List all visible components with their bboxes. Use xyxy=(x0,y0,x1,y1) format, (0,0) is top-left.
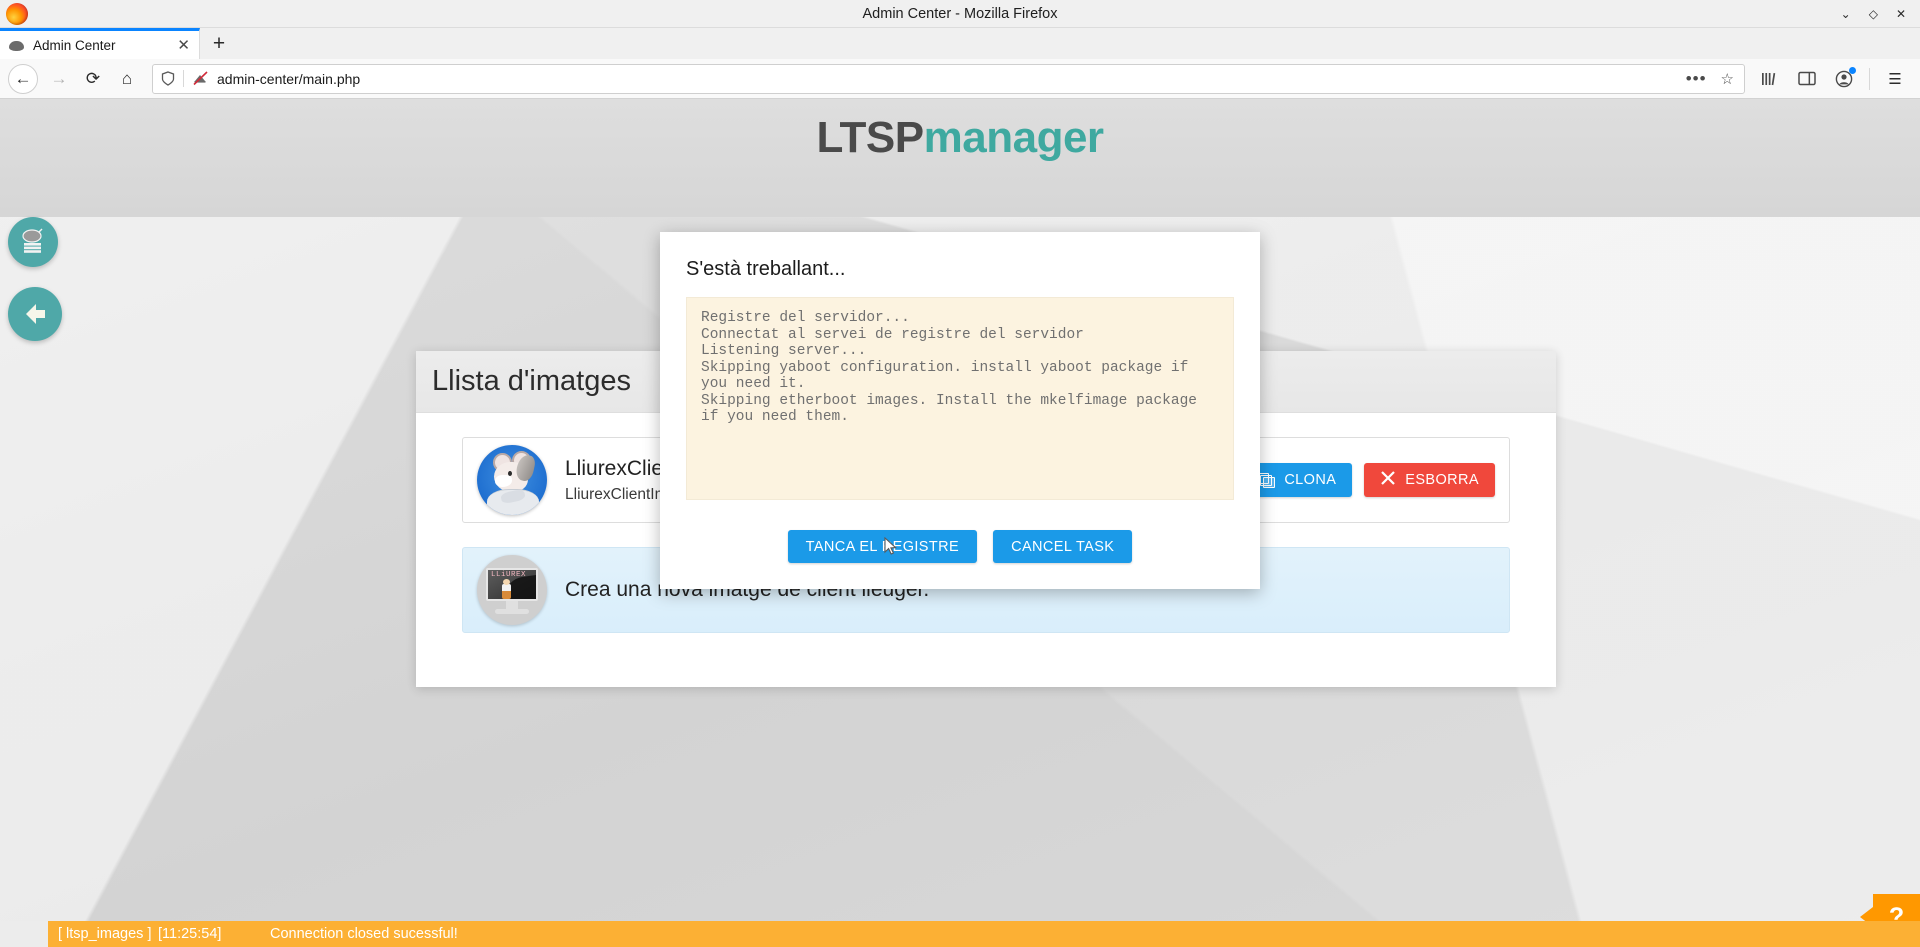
window-titlebar: Admin Center - Mozilla Firefox ⌄ ◇ ✕ xyxy=(0,0,1920,28)
home-icon[interactable]: ⌂ xyxy=(110,62,144,96)
menu-icon[interactable]: ☰ xyxy=(1878,62,1912,96)
admin-center-favicon xyxy=(9,38,24,53)
maximize-button[interactable]: ◇ xyxy=(1869,8,1878,20)
account-icon[interactable] xyxy=(1827,62,1861,96)
toolbar-separator xyxy=(1869,68,1870,90)
monitor-logo-text: LLiUREX xyxy=(491,571,526,579)
close-log-button[interactable]: TANCA EL REGISTRE xyxy=(788,530,977,563)
tab-label: Admin Center xyxy=(33,38,168,53)
page-actions-icon[interactable]: ••• xyxy=(1682,69,1711,89)
page-viewport: LTSPmanager xyxy=(0,99,1920,947)
dialog-title: S'està treballant... xyxy=(660,232,1260,297)
status-bar-spacer xyxy=(0,921,48,947)
working-dialog: S'està treballant... Registre del servid… xyxy=(660,232,1260,589)
cancel-task-button[interactable]: CANCEL TASK xyxy=(993,530,1132,563)
forward-icon[interactable]: → xyxy=(42,62,76,96)
close-button[interactable]: ✕ xyxy=(1896,8,1906,20)
sidebar-icon[interactable] xyxy=(1790,62,1824,96)
firefox-window: Admin Center - Mozilla Firefox ⌄ ◇ ✕ Adm… xyxy=(0,0,1920,947)
library-icon[interactable] xyxy=(1753,62,1787,96)
dialog-actions: TANCA EL REGISTRE CANCEL TASK xyxy=(660,500,1260,589)
new-tab-button[interactable]: + xyxy=(200,28,238,59)
status-bar: [ ltsp_images ] [11:25:54] Connection cl… xyxy=(0,921,1920,947)
account-notification-dot xyxy=(1849,67,1856,74)
url-bar[interactable]: admin-center/main.php ••• ☆ xyxy=(152,64,1745,94)
tab-strip: Admin Center ✕ + xyxy=(0,28,1920,59)
window-controls: ⌄ ◇ ✕ xyxy=(1841,8,1920,20)
tab-close-icon[interactable]: ✕ xyxy=(177,36,190,54)
no-permission-icon[interactable] xyxy=(192,70,209,87)
status-timestamp: [11:25:54] xyxy=(158,926,258,942)
status-module-tag: [ ltsp_images ] xyxy=(48,926,158,942)
window-title: Admin Center - Mozilla Firefox xyxy=(0,6,1920,22)
url-text[interactable]: admin-center/main.php xyxy=(217,71,1674,87)
reload-icon[interactable]: ⟳ xyxy=(76,62,110,96)
minimize-button[interactable]: ⌄ xyxy=(1841,8,1851,20)
url-separator xyxy=(183,70,184,87)
bookmark-star-icon[interactable]: ☆ xyxy=(1719,70,1736,88)
back-icon[interactable]: ← xyxy=(8,64,38,94)
firefox-logo-icon xyxy=(6,3,28,25)
tab-admin-center[interactable]: Admin Center ✕ xyxy=(0,28,200,59)
status-message: Connection closed sucessful! xyxy=(258,926,458,942)
modal-overlay: S'està treballant... Registre del servid… xyxy=(0,99,1920,947)
tracking-protection-shield-icon[interactable] xyxy=(161,71,175,86)
browser-tool-icons: ☰ xyxy=(1753,62,1912,96)
server-log-output[interactable]: Registre del servidor... Connectat al se… xyxy=(686,297,1234,500)
navigation-toolbar: ← → ⟳ ⌂ admin-center/main.php ••• ☆ xyxy=(0,59,1920,99)
